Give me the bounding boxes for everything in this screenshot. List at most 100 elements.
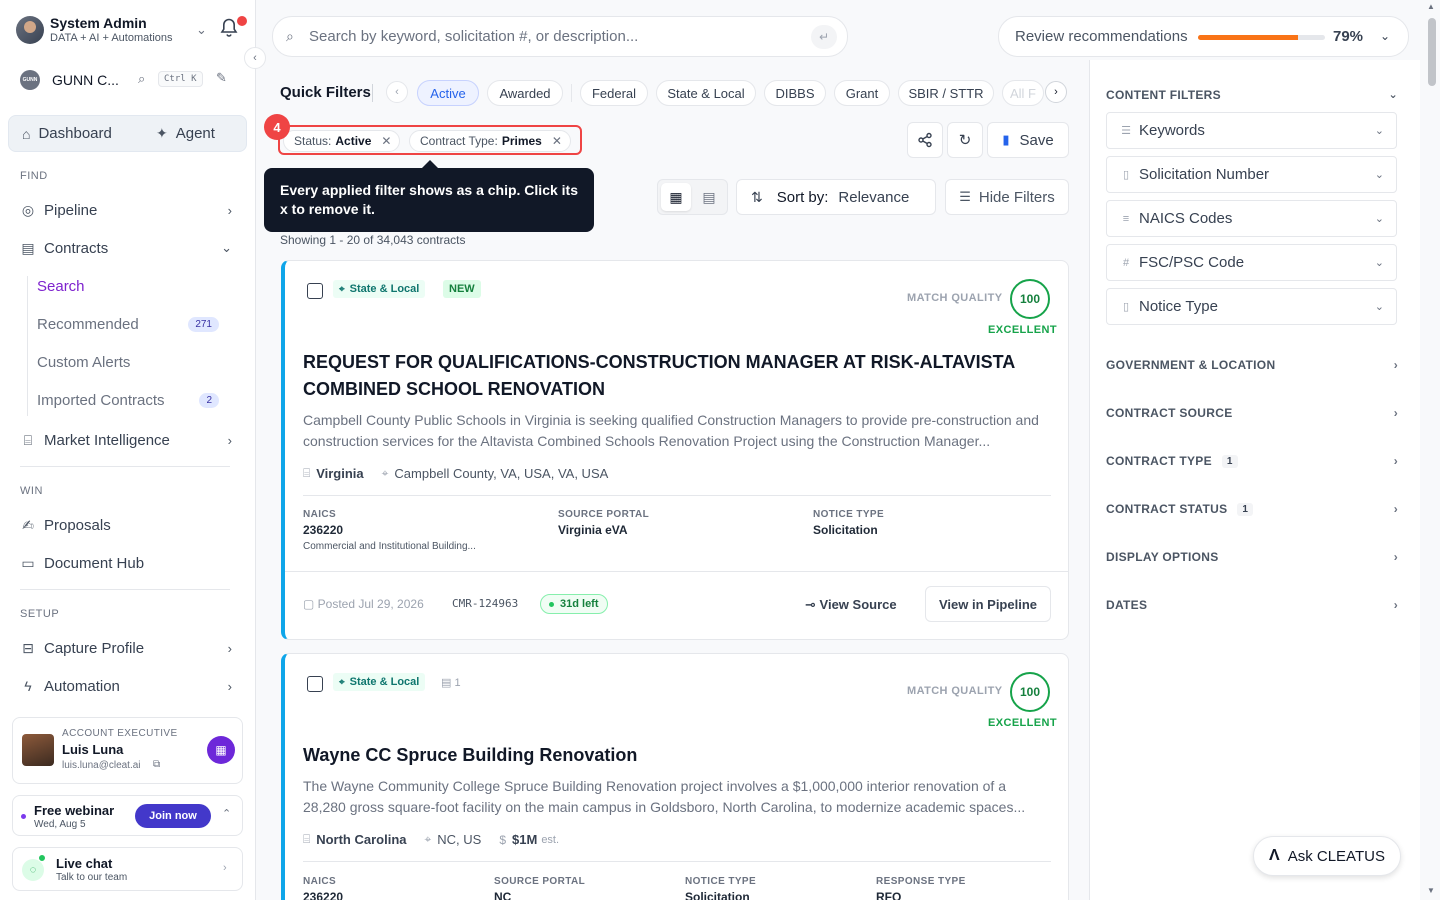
group-label: DISPLAY OPTIONS (1106, 550, 1219, 564)
sliders-icon: ☰ (959, 189, 971, 204)
chevron-down-icon: ⌄ (1388, 89, 1398, 101)
close-icon[interactable]: ✕ (381, 134, 391, 148)
org-switcher[interactable]: GUNN GUNN C... ⌕ Ctrl K ✎ (20, 68, 238, 92)
filter-group-display-options[interactable]: DISPLAY OPTIONS › (1106, 550, 1398, 564)
filter-group-government-location[interactable]: GOVERNMENT & LOCATION › (1106, 358, 1398, 372)
solicitation-number-filter[interactable]: ▯ Solicitation Number ⌄ (1106, 156, 1397, 193)
search-icon[interactable]: ⌕ (138, 71, 145, 87)
quick-filter-awarded[interactable]: Awarded (487, 80, 563, 106)
fsc-psc-filter[interactable]: # FSC/PSC Code ⌄ (1106, 244, 1397, 281)
chevron-up-icon[interactable]: ⌃ (222, 807, 231, 820)
filter-group-dates[interactable]: DATES › (1106, 598, 1398, 612)
chevron-down-icon[interactable]: ⌄ (196, 22, 207, 38)
quick-filter-all[interactable]: All F (1002, 80, 1044, 106)
agent-link[interactable]: ✦ Agent (156, 125, 215, 142)
chevron-right-icon[interactable]: › (1045, 81, 1067, 103)
select-checkbox[interactable] (307, 283, 323, 299)
quick-filter-grant[interactable]: Grant (834, 80, 890, 106)
content-filters-header[interactable]: CONTENT FILTERS ⌄ (1106, 88, 1398, 102)
section-label-setup: SETUP (20, 608, 60, 620)
ask-cleatus-button[interactable]: Λ Ask CLEATUS (1253, 836, 1401, 876)
naics-label: NAICS (303, 876, 337, 887)
filter-panel: CONTENT FILTERS ⌄ ☰ Keywords ⌄ ▯ Solicit… (1089, 60, 1420, 900)
sidebar-item-proposals[interactable]: ✍ Proposals (20, 513, 234, 537)
bell-icon[interactable] (220, 16, 247, 40)
sidebar-item-label: Proposals (44, 516, 111, 534)
sidebar-subitem-search[interactable]: Search (37, 274, 219, 298)
view-in-pipeline-button[interactable]: View in Pipeline (925, 586, 1051, 622)
notification-dot (237, 16, 247, 26)
table-view-icon[interactable]: ▤ (694, 183, 724, 211)
view-source-link[interactable]: ⊸ View Source (805, 597, 897, 613)
filter-icon: ≡ (1122, 212, 1130, 225)
quick-filter-dibbs[interactable]: DIBBS (764, 80, 826, 106)
filter-label: FSC/PSC Code (1139, 254, 1245, 271)
filter-group-contract-status[interactable]: CONTRACT STATUS 1 › (1106, 502, 1398, 516)
sort-select[interactable]: ⇅ Sort by: Relevance (736, 179, 936, 215)
contract-title[interactable]: REQUEST FOR QUALIFICATIONS-CONSTRUCTION … (303, 349, 1043, 403)
live-chat-card[interactable]: ◌ Live chat Talk to our team › (12, 847, 243, 891)
user-avatar (16, 16, 44, 44)
response-type-field: RESPONSE TYPE RFQ (876, 876, 966, 900)
search-input[interactable] (309, 17, 799, 56)
enter-icon[interactable]: ↵ (811, 25, 837, 49)
close-icon[interactable]: ✕ (552, 134, 562, 148)
tour-step-badge: 4 (264, 114, 290, 140)
bank-icon: ⌸ (303, 832, 311, 846)
contract-card[interactable]: ⌖ State & Local ▤ 1 MATCH QUALITY 100 EX… (281, 653, 1069, 900)
join-now-button[interactable]: Join now (135, 804, 211, 828)
sidebar-item-market-intelligence[interactable]: ⌸ Market Intelligence › (20, 428, 234, 452)
user-menu[interactable]: System Admin DATA + AI + Automations ⌄ (16, 14, 247, 46)
contract-title[interactable]: Wayne CC Spruce Building Renovation (303, 742, 1043, 769)
hide-filters-button[interactable]: ☰ Hide Filters (945, 179, 1069, 215)
sidebar-item-automation[interactable]: ϟ Automation › (20, 674, 234, 698)
search-icon: ⌕ (286, 28, 294, 44)
edit-icon[interactable]: ✎ (216, 70, 227, 86)
notice-type-filter[interactable]: ▯ Notice Type ⌄ (1106, 288, 1397, 325)
map-pin-icon: ⌖ (339, 676, 345, 688)
group-label: DATES (1106, 598, 1148, 612)
org-name: GUNN C... (52, 72, 119, 88)
share-icon[interactable] (907, 122, 943, 158)
sidebar-item-pipeline[interactable]: ◎ Pipeline › (20, 198, 234, 222)
chevron-down-icon[interactable]: ⌄ (1380, 29, 1390, 43)
scroll-thumb[interactable] (1428, 18, 1436, 86)
quick-filter-sbir-sttr[interactable]: SBIR / STTR (898, 80, 994, 106)
calendar-icon[interactable]: ▦ (207, 736, 235, 764)
review-recommendations[interactable]: Review recommendations 79% ⌄ (998, 16, 1409, 57)
keywords-filter[interactable]: ☰ Keywords ⌄ (1106, 112, 1397, 149)
scroll-down-icon[interactable]: ▼ (1427, 886, 1435, 895)
sort-value: Relevance (838, 188, 910, 206)
naics-codes-filter[interactable]: ≡ NAICS Codes ⌄ (1106, 200, 1397, 237)
sidebar-item-document-hub[interactable]: ▭ Document Hub (20, 551, 234, 575)
filter-group-contract-source[interactable]: CONTRACT SOURCE › (1106, 406, 1398, 420)
sidebar-item-label: Document Hub (44, 554, 145, 572)
select-checkbox[interactable] (307, 676, 323, 692)
collapse-sidebar-button[interactable]: ‹ (244, 47, 266, 69)
filter-group-contract-type[interactable]: CONTRACT TYPE 1 › (1106, 454, 1398, 468)
sort-icon: ⇅ (751, 188, 763, 205)
quick-filter-state-local[interactable]: State & Local (656, 80, 756, 106)
sidebar-subitem-custom-alerts[interactable]: Custom Alerts (37, 350, 219, 374)
filter-label: Keywords (1139, 122, 1205, 139)
sidebar-subitem-imported[interactable]: Imported Contracts 2 (37, 388, 219, 412)
page-scrollbar[interactable]: ▲ ▼ (1424, 0, 1440, 900)
scroll-up-icon[interactable]: ▲ (1427, 2, 1435, 11)
save-button[interactable]: ▮ Save (987, 122, 1069, 158)
sidebar-item-contracts[interactable]: ▤ Contracts ⌄ (20, 236, 234, 260)
bank-icon: ⌸ (303, 466, 311, 480)
account-executive-email: luis.luna@cleat.ai (62, 760, 141, 771)
sidebar-item-capture-profile[interactable]: ⊟ Capture Profile › (20, 636, 234, 660)
dashboard-link[interactable]: ⌂ Dashboard (22, 125, 112, 142)
grid-view-icon[interactable]: ▦ (661, 183, 691, 211)
view-toggle: ▦ ▤ (657, 179, 728, 215)
naics-label: NAICS (303, 509, 337, 520)
refresh-icon[interactable]: ↻ (947, 122, 983, 158)
copy-icon[interactable]: ⧉ (153, 759, 160, 770)
chevron-left-icon[interactable]: ‹ (386, 81, 408, 103)
contract-card[interactable]: ⌖ State & Local NEW MATCH QUALITY 100 EX… (281, 260, 1069, 640)
quick-filter-federal[interactable]: Federal (580, 80, 648, 106)
quick-filter-active[interactable]: Active (417, 80, 479, 106)
sidebar-subitem-recommended[interactable]: Recommended 271 (37, 312, 219, 336)
estimated-value: $1M (512, 832, 538, 847)
